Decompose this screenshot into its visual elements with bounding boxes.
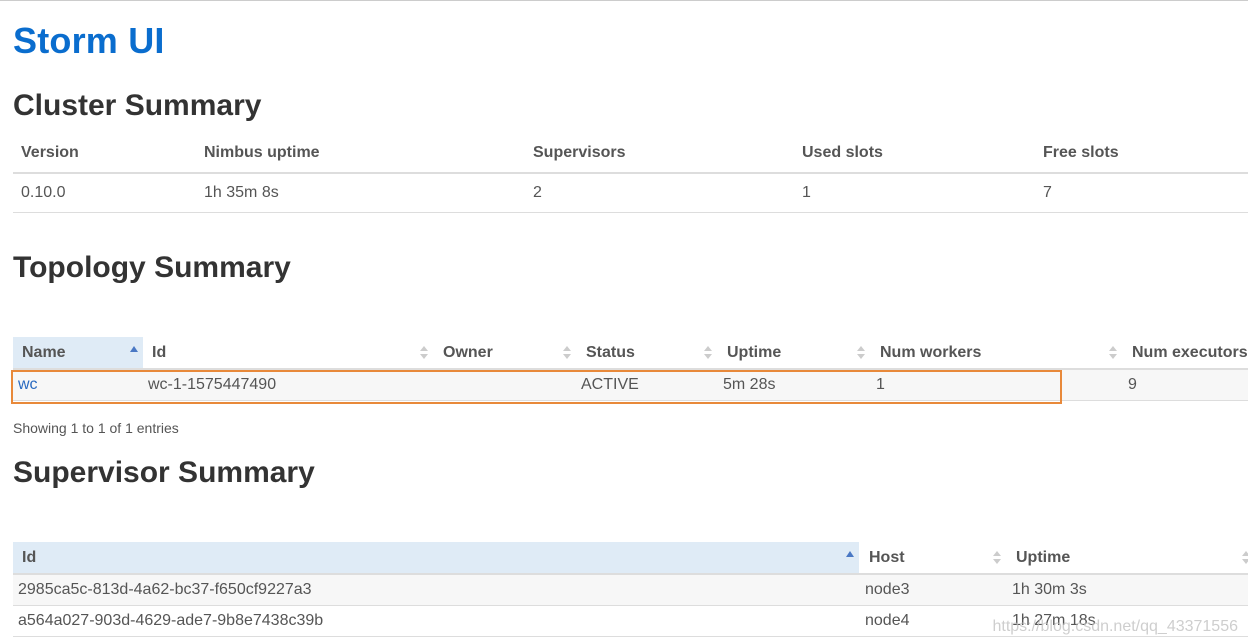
sort-both-icon — [420, 346, 428, 360]
cell-num-executors: 9 — [1128, 376, 1137, 393]
cell-version: 0.10.0 — [21, 184, 66, 201]
sort-both-icon — [857, 346, 865, 360]
topology-summary-heading: Topology Summary — [13, 251, 291, 284]
col-version: Version — [21, 144, 79, 161]
th-owner[interactable]: Owner — [433, 337, 576, 368]
cell-nimbus-uptime: 1h 35m 8s — [204, 184, 279, 201]
table-row: 2985ca5c-813d-4a62-bc37-f650cf9227a3 nod… — [13, 575, 1248, 605]
cell-used-slots: 1 — [802, 184, 811, 201]
app-title: Storm UI — [13, 20, 165, 61]
th-num-workers[interactable]: Num workers — [870, 337, 1122, 368]
th-uptime[interactable]: Uptime — [717, 337, 870, 368]
col-used-slots: Used slots — [802, 144, 883, 161]
th-supervisor-id-label: Id — [22, 549, 37, 566]
th-supervisor-uptime[interactable]: Uptime — [1006, 542, 1248, 573]
header-divider — [13, 172, 1248, 174]
col-supervisors: Supervisors — [533, 144, 626, 161]
th-num-executors[interactable]: Num executors — [1122, 337, 1248, 368]
th-id-label: Id — [152, 344, 167, 361]
th-name-label: Name — [22, 344, 66, 361]
cluster-summary-heading: Cluster Summary — [13, 89, 262, 122]
th-owner-label: Owner — [443, 344, 493, 361]
sort-both-icon — [563, 346, 571, 360]
cell-supervisor-id: a564a027-903d-4629-ade7-9b8e7438c39b — [18, 612, 324, 629]
cell-supervisors: 2 — [533, 184, 542, 201]
cell-host: node4 — [865, 612, 910, 629]
row-divider — [13, 636, 1248, 637]
sort-both-icon — [1109, 346, 1117, 360]
th-supervisor-id[interactable]: Id — [13, 542, 859, 573]
watermark: https://blog.csdn.net/qq_43371556 — [992, 618, 1238, 635]
col-free-slots: Free slots — [1043, 144, 1119, 161]
cell-supervisor-uptime: 1h 30m 3s — [1012, 581, 1087, 598]
col-nimbus-uptime: Nimbus uptime — [204, 144, 320, 161]
th-status[interactable]: Status — [576, 337, 717, 368]
cell-free-slots: 7 — [1043, 184, 1052, 201]
th-status-label: Status — [586, 344, 635, 361]
th-num-workers-label: Num workers — [880, 344, 982, 361]
th-host[interactable]: Host — [859, 542, 1006, 573]
th-supervisor-uptime-label: Uptime — [1016, 549, 1071, 566]
sort-both-icon — [1242, 551, 1248, 565]
sort-both-icon — [704, 346, 712, 360]
th-uptime-label: Uptime — [727, 344, 782, 361]
sort-asc-icon — [130, 346, 138, 352]
th-host-label: Host — [869, 549, 905, 566]
th-num-executors-label: Num executors — [1132, 344, 1248, 361]
table-info: Showing 1 to 1 of 1 entries — [13, 420, 179, 436]
th-name[interactable]: Name — [13, 337, 143, 368]
highlight-box — [11, 370, 1062, 404]
th-id[interactable]: Id — [143, 337, 433, 368]
cell-host: node3 — [865, 581, 910, 598]
cell-supervisor-id: 2985ca5c-813d-4a62-bc37-f650cf9227a3 — [18, 581, 312, 598]
supervisor-summary-heading: Supervisor Summary — [13, 456, 315, 489]
row-divider — [13, 212, 1248, 213]
sort-asc-icon — [846, 551, 854, 557]
sort-both-icon — [993, 551, 1001, 565]
